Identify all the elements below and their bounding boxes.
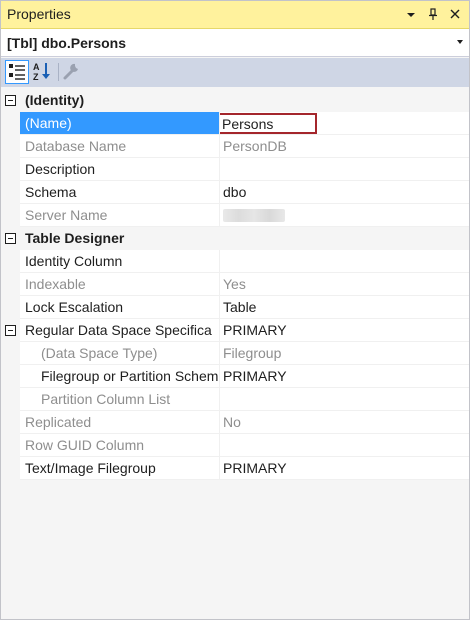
property-value: Yes [223, 276, 246, 292]
properties-toolbar: A Z [1, 58, 469, 87]
property-value[interactable]: dbo [223, 184, 246, 200]
property-value: Filegroup [223, 345, 282, 361]
toolbar-separator [58, 63, 59, 81]
title-bar: Properties [1, 1, 469, 29]
property-name: Row GUID Column [25, 437, 145, 453]
property-row-filegroup-partition[interactable]: Filegroup or Partition Schem PRIMARY [1, 365, 469, 388]
wrench-icon [63, 63, 78, 80]
property-row-schema[interactable]: Schema dbo [1, 181, 469, 204]
property-row-lock-escalation[interactable]: Lock Escalation Table [1, 296, 469, 319]
property-name: Identity Column [25, 253, 123, 269]
property-name: Description [25, 161, 96, 177]
alphabetical-icon: A Z [33, 62, 50, 82]
property-row-row-guid-column[interactable]: Row GUID Column [1, 434, 469, 457]
property-row-partition-column-list[interactable]: Partition Column List [1, 388, 469, 411]
properties-window: Properties [Tbl] dbo.Persons A Z (Identi… [0, 0, 470, 620]
property-value: PersonDB [223, 138, 287, 154]
property-pages-button[interactable] [61, 60, 85, 84]
property-name: Filegroup or Partition Schem [41, 368, 219, 384]
property-row-name[interactable]: (Name) Persons [1, 112, 469, 135]
collapse-icon[interactable] [5, 233, 16, 244]
property-grid: (Identity) (Name) Persons Database Name … [1, 89, 469, 480]
category-identity[interactable]: (Identity) [1, 89, 469, 112]
object-selector-dropdown[interactable]: [Tbl] dbo.Persons [1, 29, 469, 57]
property-row-replicated[interactable]: Replicated No [1, 411, 469, 434]
property-row-database-name[interactable]: Database Name PersonDB [1, 135, 469, 158]
selected-object-label: [Tbl] dbo.Persons [7, 35, 126, 51]
property-name: Replicated [25, 414, 92, 430]
property-value[interactable]: Table [223, 299, 256, 315]
close-icon[interactable] [447, 5, 463, 23]
svg-text:Z: Z [33, 72, 39, 82]
alphabetical-button[interactable]: A Z [31, 60, 55, 84]
property-value[interactable]: PRIMARY [223, 368, 287, 384]
property-row-regular-data-space[interactable]: Regular Data Space Specifica PRIMARY [1, 319, 469, 342]
category-label: (Identity) [25, 92, 85, 108]
property-row-description[interactable]: Description [1, 158, 469, 181]
window-position-dropdown-icon[interactable] [403, 5, 419, 23]
property-name: Server Name [25, 207, 108, 223]
property-value-input[interactable]: Persons [220, 113, 317, 134]
property-row-text-image-filegroup[interactable]: Text/Image Filegroup PRIMARY [1, 457, 469, 480]
category-label: Table Designer [25, 230, 125, 246]
property-name: Partition Column List [41, 391, 171, 407]
property-name: Lock Escalation [25, 299, 124, 315]
chevron-down-icon[interactable] [457, 40, 463, 44]
property-name: Text/Image Filegroup [25, 460, 156, 476]
svg-text:A: A [33, 62, 40, 72]
property-value: No [223, 414, 241, 430]
category-table-designer[interactable]: Table Designer [1, 227, 469, 250]
property-value[interactable]: PRIMARY [223, 460, 287, 476]
property-row-identity-column[interactable]: Identity Column [1, 250, 469, 273]
property-name: Database Name [25, 138, 127, 154]
categorized-icon [9, 64, 25, 80]
categorized-button[interactable] [5, 60, 29, 84]
property-name: (Data Space Type) [41, 345, 158, 361]
pin-icon[interactable] [425, 5, 441, 23]
redacted-value [223, 209, 285, 222]
property-name: Regular Data Space Specifica [25, 322, 212, 338]
property-row-server-name[interactable]: Server Name [1, 204, 469, 227]
property-name: Schema [25, 184, 77, 200]
property-name: (Name) [25, 115, 72, 131]
collapse-icon[interactable] [5, 95, 16, 106]
property-row-data-space-type[interactable]: (Data Space Type) Filegroup [1, 342, 469, 365]
property-row-indexable[interactable]: Indexable Yes [1, 273, 469, 296]
property-value[interactable]: PRIMARY [223, 322, 287, 338]
collapse-icon[interactable] [5, 325, 16, 336]
window-title: Properties [7, 6, 71, 22]
property-name: Indexable [25, 276, 86, 292]
